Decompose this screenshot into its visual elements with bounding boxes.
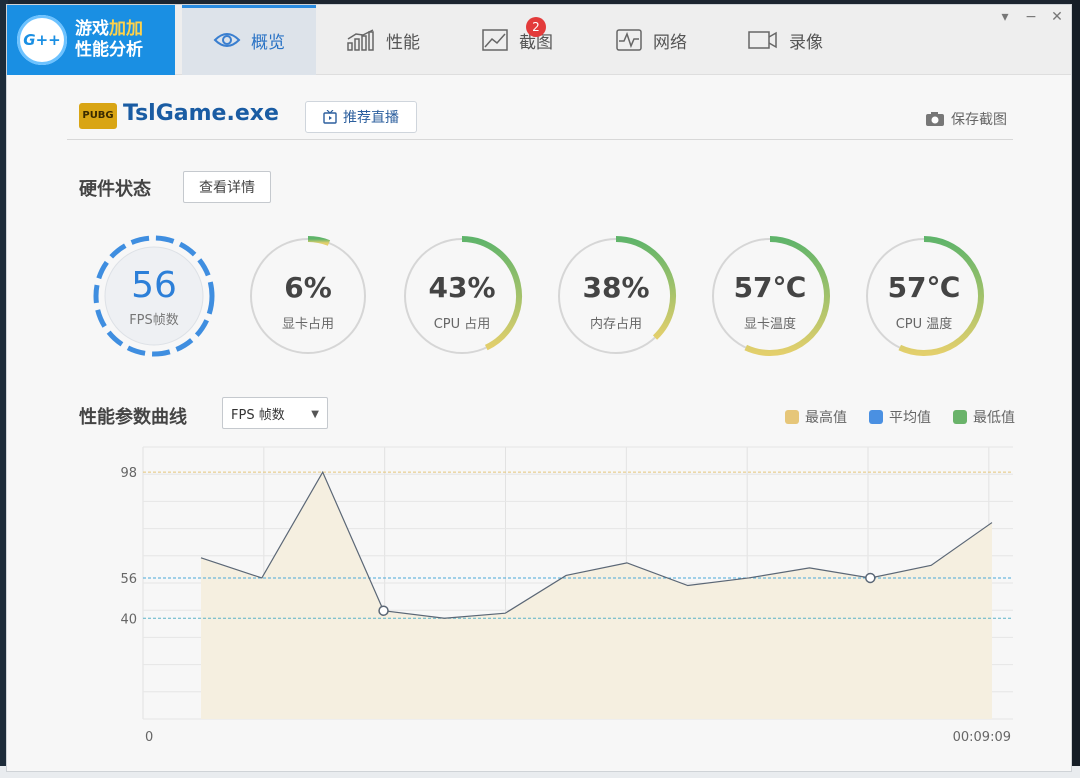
brand-subtitle: 性能分析	[75, 40, 143, 60]
fps-line-chart: 98 56 40 0 00:09:09	[120, 446, 1013, 745]
gauge-value: 56	[131, 265, 177, 306]
metric-select[interactable]: FPS 帧数 ▼	[222, 397, 328, 429]
gauge-value: 57℃	[887, 271, 961, 304]
view-details-button[interactable]: 查看详情	[183, 171, 271, 203]
tab-label: 性能	[386, 32, 420, 53]
legend-label: 平均值	[889, 410, 931, 426]
brand-name-part2: 加加	[109, 19, 143, 39]
x-start-label: 0	[145, 730, 153, 745]
game-process-name: TslGame.exe	[123, 101, 279, 126]
overview-content: PUBG TslGame.exe 推荐直播 保存截图 硬件状态 查看详情 56 …	[67, 75, 1017, 765]
gauge-label: 显卡温度	[743, 317, 796, 332]
legend-label: 最高值	[805, 410, 847, 426]
game-header: PUBG TslGame.exe 推荐直播 保存截图	[67, 75, 1013, 140]
legend-swatch	[869, 410, 883, 424]
y-tick-label: 56	[120, 572, 137, 587]
gauge-value: 38%	[582, 271, 650, 304]
legend-swatch	[953, 410, 967, 424]
gauge-label: CPU 温度	[895, 317, 953, 332]
pubg-logo: PUBG	[79, 103, 117, 129]
legend-swatch	[785, 410, 799, 424]
cpu-usage-gauge: 43% CPU 占用	[399, 233, 525, 359]
hardware-status-title: 硬件状态	[79, 179, 151, 200]
hardware-gauges: 56 FPS帧数 6% 显卡占用 43% CPU 占用 38% 内存占用 57℃	[91, 233, 1021, 359]
gauge-value: 43%	[428, 271, 496, 304]
legend-item-avg: 平均值	[869, 407, 931, 427]
window-controls: ▾ − ✕	[997, 9, 1065, 25]
dropdown-menu-icon[interactable]: ▾	[997, 9, 1013, 25]
chevron-down-icon: ▼	[311, 409, 319, 420]
eye-icon	[213, 33, 241, 47]
pulse-icon	[616, 29, 642, 51]
recommend-live-label: 推荐直播	[343, 110, 399, 126]
fps-area	[201, 472, 992, 719]
tab-screenshots[interactable]: 截图 2	[450, 5, 584, 75]
tab-network[interactable]: 网络	[584, 5, 718, 75]
tab-performance[interactable]: 性能	[316, 5, 450, 75]
brand-name-part1: 游戏	[75, 19, 109, 39]
data-point-marker	[865, 572, 876, 584]
minimize-icon[interactable]: −	[1023, 9, 1039, 25]
x-end-label: 00:09:09	[953, 730, 1011, 745]
cpu-temp-gauge: 57℃ CPU 温度	[861, 233, 987, 359]
bar-chart-icon	[347, 29, 374, 51]
gauge-progress-arc	[307, 236, 331, 246]
y-tick-label: 40	[120, 612, 137, 627]
gauge-label: 显卡占用	[281, 317, 334, 332]
gauge-label: FPS帧数	[129, 313, 179, 328]
save-screenshot-label: 保存截图	[951, 112, 1007, 128]
camera-icon	[926, 112, 944, 126]
brand-logo-text: G++	[23, 31, 61, 49]
legend-item-max: 最高值	[785, 407, 847, 427]
tab-overview[interactable]: 概览	[182, 5, 316, 75]
brand-logo: G++	[17, 15, 67, 65]
memory-usage-gauge: 38% 内存占用	[553, 233, 679, 359]
video-icon	[748, 31, 777, 49]
notification-badge: 2	[526, 17, 546, 37]
y-tick-label: 98	[120, 466, 137, 481]
save-screenshot-button[interactable]: 保存截图	[925, 109, 1007, 129]
tab-recording[interactable]: 录像	[718, 5, 852, 75]
tab-label: 录像	[789, 32, 823, 53]
legend-label: 最低值	[973, 410, 1015, 426]
tab-label: 概览	[251, 32, 285, 53]
tv-icon	[323, 110, 337, 124]
main-tabs: 概览 性能 截图 2 网络 录像	[182, 5, 852, 75]
top-bar: G++ 游戏加加 性能分析 概览 性能 截图 2 网络 录像 ▾ − ✕	[7, 5, 1071, 75]
chart-legend: 最高值 平均值 最低值	[785, 407, 1015, 427]
app-window: G++ 游戏加加 性能分析 概览 性能 截图 2 网络 录像 ▾ − ✕ PUB…	[6, 4, 1072, 772]
metric-select-value: FPS 帧数	[231, 407, 285, 423]
fps-gauge: 56 FPS帧数	[91, 233, 217, 359]
image-icon	[482, 29, 508, 51]
legend-item-min: 最低值	[953, 407, 1015, 427]
performance-curve-title: 性能参数曲线	[79, 407, 187, 428]
tab-label: 网络	[653, 32, 687, 53]
gpu-usage-gauge: 6% 显卡占用	[245, 233, 371, 359]
brand-text: 游戏加加 性能分析	[75, 19, 143, 61]
data-point-marker	[378, 605, 389, 616]
gpu-temp-gauge: 57℃ 显卡温度	[707, 233, 833, 359]
brand: G++ 游戏加加 性能分析	[7, 5, 175, 75]
gauge-label: 内存占用	[589, 317, 642, 332]
gauge-value: 57℃	[733, 271, 807, 304]
close-icon[interactable]: ✕	[1049, 9, 1065, 25]
gauge-value: 6%	[284, 271, 332, 304]
recommend-live-button[interactable]: 推荐直播	[305, 101, 417, 133]
gauge-label: CPU 占用	[433, 317, 491, 332]
